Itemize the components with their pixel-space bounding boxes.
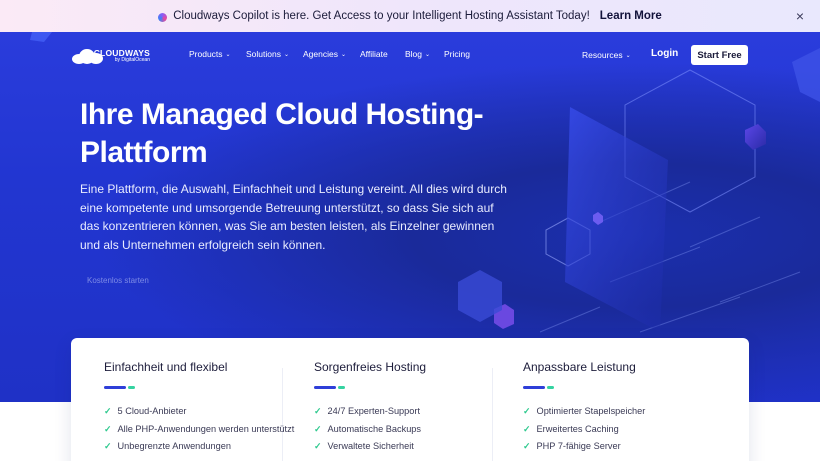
check-icon: ✓	[523, 441, 531, 451]
cloudways-logo[interactable]: CLOUDWAYS by DigitalOcean	[70, 45, 150, 67]
nav-item-blog[interactable]: Blog ⌄	[405, 49, 430, 59]
list-item: ✓ Erweitertes Caching	[523, 424, 619, 435]
list-item: ✓ 24/7 Experten-Support	[314, 406, 420, 417]
announcement-bar: Cloudways Copilot is here. Get Access to…	[0, 0, 820, 32]
nav-item-products[interactable]: Products ⌄	[189, 49, 231, 59]
close-icon[interactable]: ×	[796, 8, 804, 24]
list-item-label: Optimierter Stapelspeicher	[536, 406, 646, 416]
check-icon: ✓	[104, 406, 112, 416]
feature-title: Sorgenfreies Hosting	[314, 360, 427, 374]
check-icon: ✓	[314, 424, 322, 434]
copilot-icon	[158, 12, 168, 22]
list-item: ✓ Automatische Backups	[314, 424, 421, 435]
nav-item-label: Blog	[405, 49, 423, 59]
login-link[interactable]: Login	[651, 48, 678, 59]
learn-more-link[interactable]: Learn More	[600, 10, 662, 22]
nav-item-affiliate[interactable]: Affiliate	[360, 49, 388, 59]
feature-title: Einfachheit und flexibel	[104, 360, 228, 374]
list-item: ✓ Optimierter Stapelspeicher	[523, 406, 645, 417]
nav-item-resources[interactable]: Resources ⌄	[582, 50, 631, 60]
cloud-logo-icon	[70, 47, 103, 65]
feature-title: Anpassbare Leistung	[523, 360, 636, 374]
chevron-down-icon: ⌄	[340, 52, 346, 58]
title-accent	[338, 386, 345, 389]
chevron-down-icon: ⌄	[425, 52, 431, 58]
check-icon: ✓	[523, 424, 531, 434]
nav-item-label: Resources	[582, 50, 623, 60]
title-underline	[523, 386, 545, 389]
start-free-button[interactable]: Start Free	[691, 45, 748, 65]
check-icon: ✓	[104, 441, 112, 451]
nav-item-label: Products	[189, 49, 223, 59]
check-icon: ✓	[314, 441, 322, 451]
list-item-label: Unbegrenzte Anwendungen	[117, 441, 231, 451]
column-divider	[282, 368, 283, 461]
check-icon: ✓	[314, 406, 322, 416]
column-divider	[492, 368, 493, 461]
features-card: Einfachheit und flexibel ✓ 5 Cloud-Anbiet…	[71, 338, 749, 461]
nav-item-pricing[interactable]: Pricing	[444, 49, 470, 59]
list-item: ✓ Unbegrenzte Anwendungen	[104, 441, 231, 452]
hero-description: Eine Plattform, die Auswahl, Einfachheit…	[80, 182, 507, 252]
list-item: ✓ PHP 7-fähige Server	[523, 441, 621, 452]
announcement-text: Cloudways Copilot is here. Get Access to…	[173, 10, 590, 22]
start-free-cta[interactable]: Kostenlos starten	[87, 276, 149, 285]
title-underline	[314, 386, 336, 389]
chevron-down-icon: ⌄	[283, 52, 289, 58]
list-item-label: 24/7 Experten-Support	[327, 406, 420, 416]
check-icon: ✓	[523, 406, 531, 416]
title-accent	[547, 386, 554, 389]
nav-item-label: Agencies	[303, 49, 338, 59]
list-item: ✓ 5 Cloud-Anbieter	[104, 406, 187, 417]
list-item-label: Erweitertes Caching	[536, 424, 619, 434]
list-item-label: Alle PHP-Anwendungen werden unterstützt	[117, 424, 295, 434]
nav-item-agencies[interactable]: Agencies ⌄	[303, 49, 346, 59]
chevron-down-icon: ⌄	[625, 53, 631, 59]
nav-item-solutions[interactable]: Solutions ⌄	[246, 49, 289, 59]
list-item-label: Verwaltete Sicherheit	[327, 441, 414, 451]
check-icon: ✓	[104, 424, 112, 434]
list-item: ✓ Alle PHP-Anwendungen werden unterstützt	[104, 424, 294, 435]
chevron-down-icon: ⌄	[225, 52, 231, 58]
nav-item-label: Solutions	[246, 49, 281, 59]
title-underline	[104, 386, 126, 389]
list-item-label: Automatische Backups	[327, 424, 422, 434]
title-accent	[128, 386, 135, 389]
main-nav: CLOUDWAYS by DigitalOcean Products ⌄ Solu…	[0, 32, 820, 78]
list-item: ✓ Verwaltete Sicherheit	[314, 441, 414, 452]
list-item-label: PHP 7-fähige Server	[536, 441, 621, 451]
hero-title: Ihre Managed Cloud Hosting-Plattform	[80, 98, 484, 169]
list-item-label: 5 Cloud-Anbieter	[117, 406, 187, 416]
